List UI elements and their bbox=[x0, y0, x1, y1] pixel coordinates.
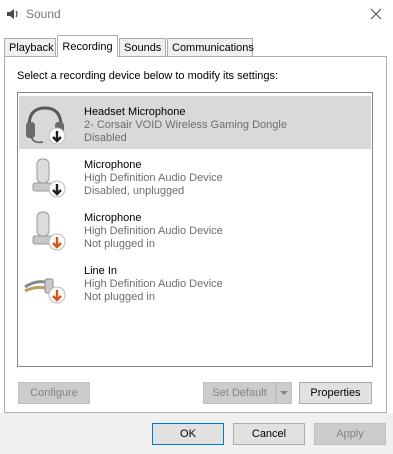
window-title: Sound bbox=[26, 7, 61, 21]
device-status: Disabled bbox=[84, 132, 127, 144]
tab-playback[interactable]: Playback bbox=[4, 38, 56, 56]
device-item-microphone-1[interactable]: Microphone High Definition Audio Device … bbox=[19, 149, 371, 202]
device-status: Not plugged in bbox=[84, 238, 155, 250]
tab-communications[interactable]: Communications bbox=[167, 38, 254, 56]
microphone-icon bbox=[32, 158, 66, 198]
apply-button[interactable]: Apply bbox=[314, 423, 386, 445]
microphone-icon bbox=[32, 211, 66, 251]
device-status: Disabled, unplugged bbox=[84, 185, 185, 197]
configure-button[interactable]: Configure bbox=[18, 382, 90, 404]
device-description: High Definition Audio Device bbox=[84, 278, 223, 290]
device-name: Microphone bbox=[84, 212, 142, 224]
device-item-line-in[interactable]: Line In High Definition Audio Device Not… bbox=[19, 255, 371, 308]
tab-recording[interactable]: Recording bbox=[57, 35, 118, 57]
device-description: 2- Corsair VOID Wireless Gaming Dongle bbox=[84, 119, 287, 131]
device-name: Line In bbox=[84, 265, 118, 277]
ok-button[interactable]: OK bbox=[152, 423, 224, 445]
headset-icon bbox=[26, 106, 66, 145]
device-description: High Definition Audio Device bbox=[84, 225, 223, 237]
device-name: Headset Microphone bbox=[84, 106, 186, 118]
device-item-headset-microphone[interactable]: Headset Microphone 2- Corsair VOID Wirel… bbox=[19, 96, 371, 149]
tab-sounds[interactable]: Sounds bbox=[119, 38, 166, 56]
set-default-dropdown[interactable] bbox=[276, 382, 292, 404]
close-icon[interactable] bbox=[365, 3, 387, 25]
line-in-cable-icon bbox=[24, 278, 66, 304]
device-name: Microphone bbox=[84, 159, 142, 171]
instruction-text: Select a recording device below to modif… bbox=[17, 70, 279, 82]
properties-button[interactable]: Properties bbox=[299, 382, 372, 404]
device-item-microphone-2[interactable]: Microphone High Definition Audio Device … bbox=[19, 202, 371, 255]
device-status: Not plugged in bbox=[84, 291, 155, 303]
set-default-button[interactable]: Set Default bbox=[203, 382, 276, 404]
title-bar: Sound bbox=[0, 0, 393, 28]
recording-device-list[interactable]: Headset Microphone 2- Corsair VOID Wirel… bbox=[17, 92, 373, 367]
chevron-down-icon bbox=[280, 391, 288, 395]
device-description: High Definition Audio Device bbox=[84, 172, 223, 184]
speaker-icon bbox=[7, 9, 18, 19]
cancel-button[interactable]: Cancel bbox=[233, 423, 305, 445]
